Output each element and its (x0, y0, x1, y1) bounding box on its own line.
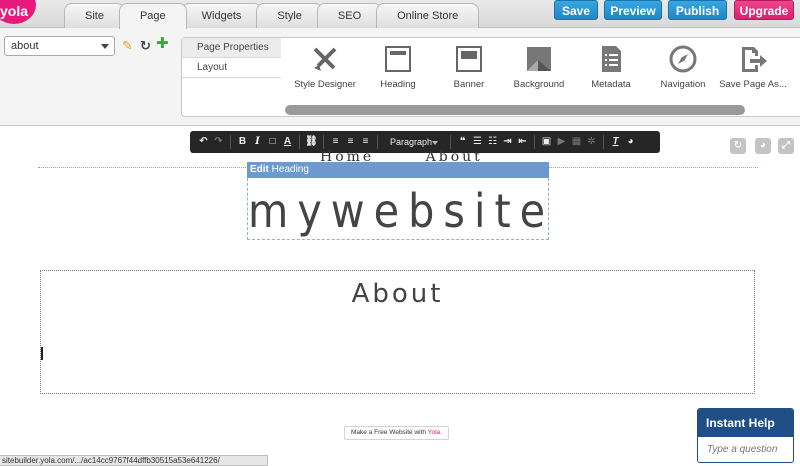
tool-heading[interactable]: Heading (362, 38, 434, 90)
clear-format-icon[interactable]: T (608, 131, 623, 153)
heading-icon (385, 46, 411, 72)
tab-online-store[interactable]: Online Store (376, 3, 480, 28)
toolbar-separator (230, 135, 231, 149)
pencil-icon[interactable]: ✎ (122, 39, 133, 52)
toolbar-separator (377, 135, 378, 149)
tool-navigation[interactable]: Navigation (647, 38, 719, 90)
instant-help-widget: Instant Help (697, 408, 794, 463)
tab-style[interactable]: Style (256, 3, 323, 28)
text-color-icon[interactable]: A (280, 131, 295, 153)
tool-save-page-as[interactable]: Save Page As... (717, 38, 789, 90)
subnav-layout[interactable]: Layout (182, 58, 281, 78)
toolbar-separator (603, 135, 604, 149)
image-icon[interactable]: ▣ (539, 131, 554, 153)
save-button[interactable]: Save (554, 0, 598, 20)
video-icon[interactable]: ▶ (554, 131, 569, 153)
tool-label: Banner (453, 79, 485, 90)
chevron-down-icon (101, 44, 109, 49)
text-background-icon[interactable]: □ (265, 131, 280, 153)
tab-seo[interactable]: SEO (316, 3, 383, 28)
refresh-icon[interactable]: ↻ (140, 39, 151, 52)
page-select-value: about (11, 40, 39, 52)
tool-label: Save Page As... (719, 79, 787, 90)
background-icon (527, 47, 551, 71)
compass-icon (669, 45, 697, 73)
toolbar-separator (534, 135, 535, 149)
tab-page[interactable]: Page (118, 3, 187, 29)
fullscreen-icon[interactable]: ⤢ (778, 138, 794, 154)
reset-icon[interactable]: ↻ (730, 138, 746, 154)
yola-badge[interactable]: Make a Free Website with Yola. (344, 426, 449, 440)
top-bar: yola Site Page Widgets Style SEO Online … (0, 0, 800, 29)
content-heading: About (351, 279, 444, 309)
subnav-page-properties[interactable]: Page Properties (182, 38, 281, 58)
heading-block[interactable]: mywebsite (247, 178, 549, 240)
tool-label: Background (513, 79, 565, 90)
main-tabs: Site Page Widgets Style SEO Online Store (64, 3, 480, 29)
preview-button[interactable]: Preview (604, 0, 662, 20)
yola-logo[interactable]: yola (0, 0, 36, 24)
content-block[interactable]: About (40, 270, 755, 394)
tab-site[interactable]: Site (64, 3, 125, 28)
page-subnav: Page Properties Layout (181, 37, 281, 117)
badge-text: Make a Free Website with (351, 429, 427, 436)
edit-heading-label[interactable]: Edit Heading (247, 162, 549, 178)
tool-style-designer[interactable]: Style Designer (289, 38, 361, 90)
page-select[interactable]: about (4, 36, 115, 56)
special-char-icon[interactable]: ✲ (584, 131, 599, 153)
bold-icon[interactable]: B (235, 131, 250, 153)
tab-widgets[interactable]: Widgets (180, 3, 263, 28)
toolbar-separator (450, 135, 451, 149)
brush-pencil-icon (313, 47, 337, 71)
italic-icon[interactable]: I (250, 131, 265, 153)
text-cursor (41, 347, 43, 360)
tools-scrollbar[interactable] (285, 105, 745, 115)
edit-label-rest: Heading (271, 164, 309, 175)
help-question-input[interactable] (698, 437, 793, 462)
banner-icon (456, 46, 482, 72)
edit-label-bold: Edit (250, 164, 269, 175)
tool-label: Metadata (591, 79, 631, 90)
tool-metadata[interactable]: Metadata (575, 38, 647, 90)
instant-help-title: Instant Help (698, 409, 793, 437)
site-title: mywebsite (248, 184, 555, 238)
redo-icon[interactable]: ↷ (211, 131, 226, 153)
tool-label: Heading (380, 79, 416, 90)
settings-icon[interactable]: ◕ (755, 138, 771, 154)
add-icon[interactable]: ✚ (156, 36, 169, 51)
toolbar-separator (299, 135, 300, 149)
metadata-icon (602, 46, 621, 72)
export-icon (742, 47, 767, 72)
page-panel: about ✎ ↻ ✚ Page Properties Layout Style… (0, 28, 800, 126)
tool-label: Style Designer (294, 79, 356, 90)
chevron-down-icon (432, 141, 438, 145)
upgrade-button[interactable]: Upgrade (734, 0, 794, 20)
badge-brand: Yola. (427, 429, 442, 436)
help-icon[interactable]: ◕ (623, 131, 638, 153)
undo-icon[interactable]: ↶ (196, 131, 211, 153)
toolbar-separator (323, 135, 324, 149)
status-bar-url: sitebuilder.yola.com/.../ac14cc9767f44df… (0, 455, 268, 466)
publish-button[interactable]: Publish (668, 0, 727, 20)
tool-background[interactable]: Background (503, 38, 575, 90)
paragraph-format-value: Paragraph (390, 137, 433, 147)
link-icon[interactable]: ⛓ (304, 131, 319, 153)
table-icon[interactable]: ▦ (569, 131, 584, 153)
tool-banner[interactable]: Banner (433, 38, 505, 90)
tool-label: Navigation (660, 79, 706, 90)
